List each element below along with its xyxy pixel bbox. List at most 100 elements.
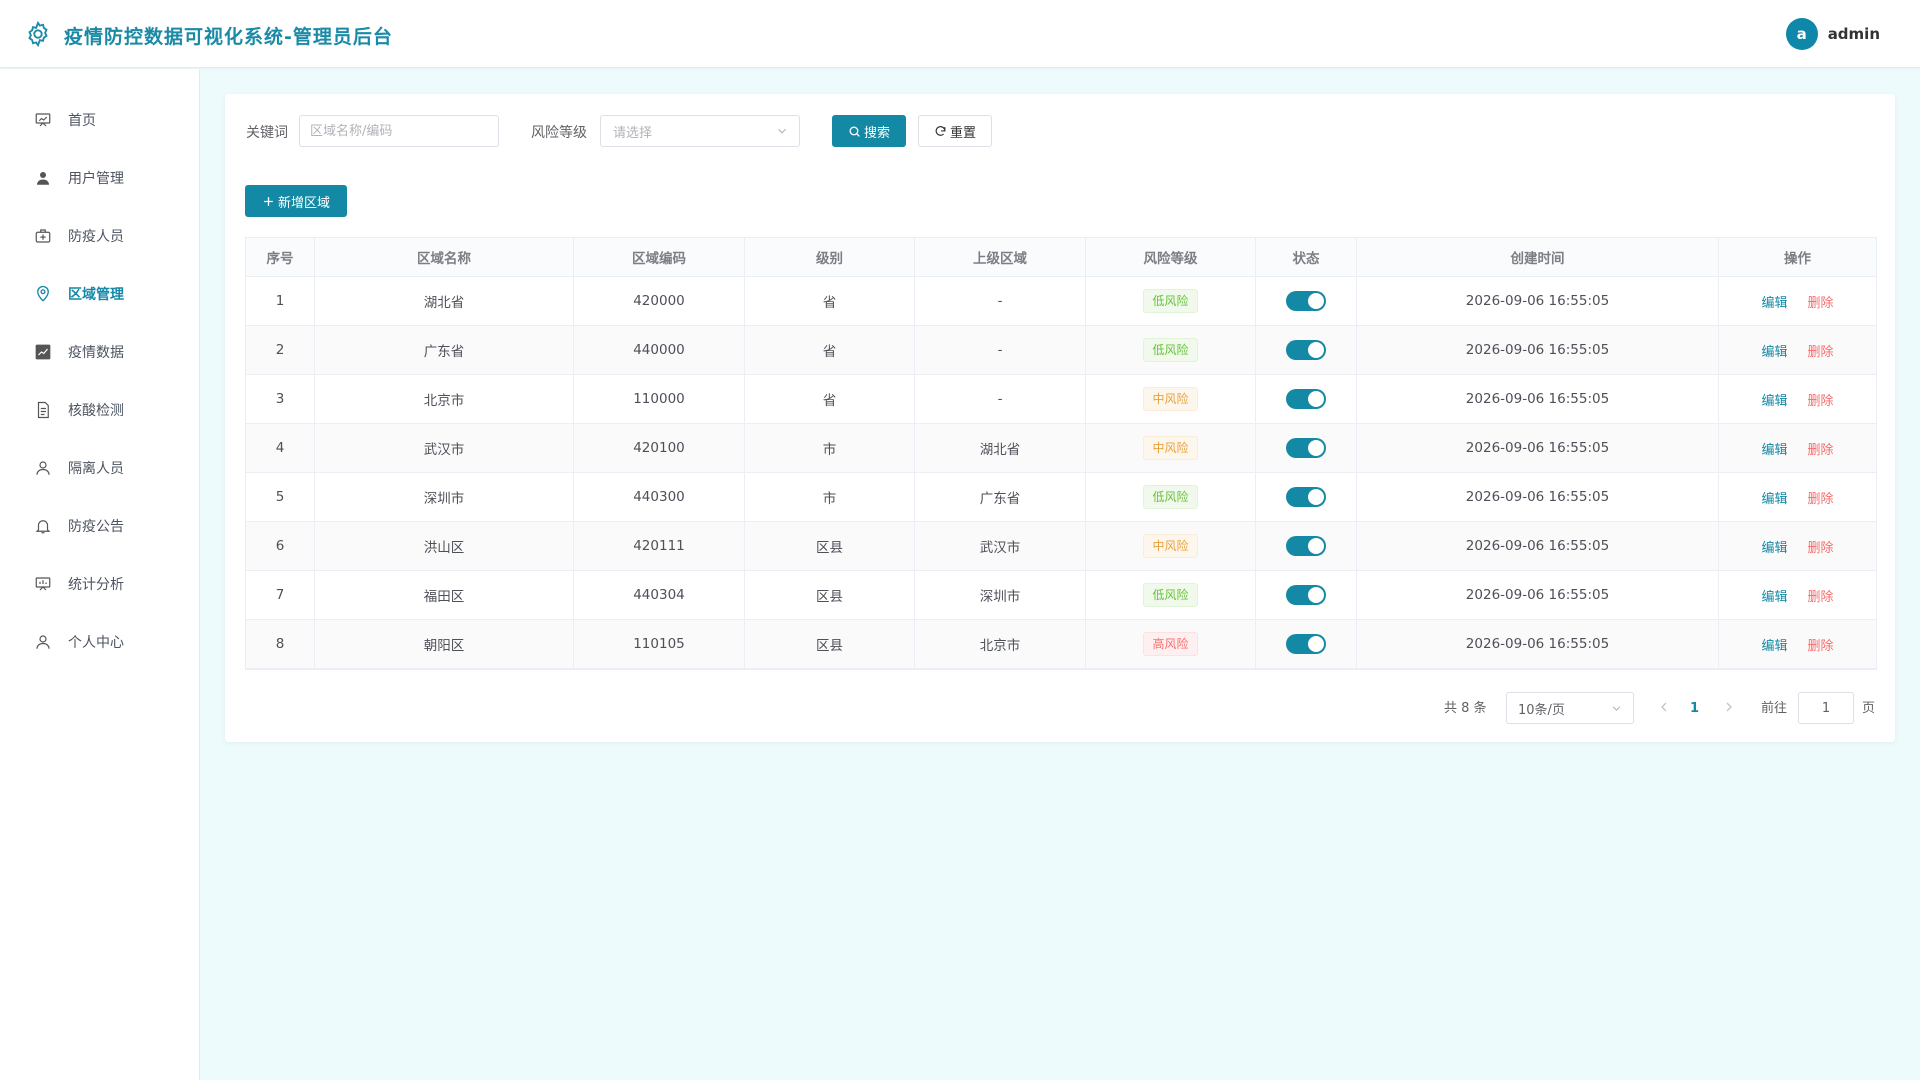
presentation-icon	[35, 577, 51, 591]
reset-button-label: 重置	[949, 125, 976, 141]
user-menu[interactable]: a admin	[1785, 18, 1880, 50]
profile-icon	[36, 635, 50, 649]
prev-page-icon[interactable]	[1656, 699, 1672, 715]
cell-region-name: 深圳市	[315, 473, 574, 521]
header-operations: 操作	[1784, 251, 1811, 267]
edit-link[interactable]: 编辑	[1761, 390, 1787, 409]
cell-status	[1256, 326, 1357, 374]
header-parent-region: 上级区域	[915, 238, 1086, 276]
chevron-down-icon	[1612, 706, 1621, 711]
sidebar-item-quarantine[interactable]: 隔离人员	[0, 439, 199, 497]
cell-status	[1256, 571, 1357, 619]
sidebar-item-staff[interactable]: 防疫人员	[0, 207, 199, 265]
edit-link[interactable]: 编辑	[1761, 635, 1787, 654]
edit-link[interactable]: 编辑	[1761, 586, 1787, 605]
add-region-label: 新增区域	[277, 195, 330, 211]
delete-link[interactable]: 删除	[1808, 537, 1834, 556]
cell-index: 4	[246, 424, 315, 472]
sidebar-item-notices[interactable]: 防疫公告	[0, 497, 199, 555]
data-chart-icon	[35, 344, 51, 360]
keyword-input[interactable]	[299, 115, 499, 147]
next-page-icon[interactable]	[1721, 699, 1737, 715]
toggle-knob	[1308, 342, 1324, 358]
table-row: 4 武汉市 420100 市湖北省 中风险 2026-09-06 16:55:05 编辑 删除	[246, 424, 1876, 473]
avatar[interactable]: a	[1785, 18, 1818, 50]
header-risk-level: 风险等级	[1086, 238, 1256, 276]
search-button-label: 搜索	[863, 125, 890, 141]
status-toggle[interactable]	[1286, 389, 1326, 409]
status-toggle[interactable]	[1286, 487, 1326, 507]
cell-risk-level: 中风险	[1086, 522, 1256, 570]
cell-operations: 编辑 删除	[1719, 522, 1876, 570]
sidebar-item-statistics[interactable]: 统计分析	[0, 555, 199, 613]
delete-link[interactable]: 删除	[1808, 635, 1834, 654]
header-index: 序号	[246, 238, 315, 276]
sidebar-item-users[interactable]: 用户管理	[0, 149, 199, 207]
cell-region-name: 朝阳区	[315, 620, 574, 668]
sidebar-item-profile[interactable]: 个人中心	[0, 613, 199, 671]
status-toggle[interactable]	[1286, 291, 1326, 311]
cell-level: 区县	[745, 620, 915, 668]
edit-link[interactable]: 编辑	[1761, 341, 1787, 360]
cell-parent-region: 广东省	[915, 473, 1086, 521]
status-toggle[interactable]	[1286, 438, 1326, 458]
cell-region-code: 440000	[574, 326, 745, 374]
sidebar-item-home[interactable]: 首页	[0, 91, 199, 149]
page-unit-label: 页	[1862, 701, 1876, 716]
header-region-code: 区域编码	[574, 238, 745, 276]
sidebar-item-epidemic-data[interactable]: 疫情数据	[0, 323, 199, 381]
cell-status	[1256, 620, 1357, 668]
sidebar-item-regions[interactable]: 区域管理	[0, 265, 199, 323]
delete-link[interactable]: 删除	[1808, 390, 1834, 409]
cell-status	[1256, 277, 1357, 325]
gear-icon	[28, 20, 48, 48]
goto-page-input[interactable]	[1798, 692, 1854, 724]
toggle-knob	[1308, 538, 1324, 554]
region-table: 序号 区域名称 区域编码 级别 上级区域 风险等级 状态 创建时间 操作 1 湖北…	[245, 237, 1877, 670]
cell-parent-region: 武汉市	[915, 522, 1086, 570]
cell-parent-region: -	[915, 277, 1086, 325]
sidebar-item-label: 统计分析	[68, 577, 124, 593]
cell-created-time: 2026-09-06 16:55:05	[1357, 571, 1719, 619]
search-button[interactable]: 搜索	[832, 115, 906, 147]
edit-link[interactable]: 编辑	[1761, 292, 1787, 311]
page-number-current[interactable]: 1	[1690, 693, 1699, 725]
status-toggle[interactable]	[1286, 340, 1326, 360]
cell-status	[1256, 375, 1357, 423]
status-toggle[interactable]	[1286, 634, 1326, 654]
edit-link[interactable]: 编辑	[1761, 537, 1787, 556]
toggle-knob	[1308, 391, 1324, 407]
username[interactable]: admin	[1828, 25, 1880, 43]
cell-status	[1256, 522, 1357, 570]
table-row: 8 朝阳区 110105 区县 北京市 高风险 2026-09-06 16:55:05 编辑 删…	[246, 620, 1876, 669]
page-size-select[interactable]: 10条/页	[1506, 692, 1634, 724]
risk-tag: 高风险	[1143, 632, 1198, 656]
status-toggle[interactable]	[1286, 585, 1326, 605]
edit-link[interactable]: 编辑	[1761, 439, 1787, 458]
table-row: 7 福田区 440304 区县 深圳市 低风险 2026-09-06 16:55:05 编辑 删…	[246, 571, 1876, 620]
sidebar-item-nucleic-test[interactable]: 核酸检测	[0, 381, 199, 439]
cell-parent-region: 北京市	[915, 620, 1086, 668]
delete-link[interactable]: 删除	[1808, 586, 1834, 605]
edit-link[interactable]: 编辑	[1761, 488, 1787, 507]
cell-index: 1	[246, 277, 315, 325]
reset-button[interactable]: 重置	[918, 115, 992, 147]
cell-operations: 编辑 删除	[1719, 375, 1876, 423]
delete-link[interactable]: 删除	[1808, 292, 1834, 311]
main-card: 关键词 风险等级 请选择 搜索 重置 新增区域 序号 区域名称 区域编码 级别 …	[225, 94, 1895, 742]
page-size-value: 10条/页	[1518, 702, 1565, 718]
risk-tag: 低风险	[1143, 485, 1198, 509]
delete-link[interactable]: 删除	[1808, 439, 1834, 458]
add-region-button[interactable]: 新增区域	[245, 185, 347, 217]
risk-tag: 中风险	[1143, 387, 1198, 411]
keyword-label: 关键词	[246, 125, 288, 141]
status-toggle[interactable]	[1286, 536, 1326, 556]
risk-level-select[interactable]: 请选择	[600, 115, 800, 147]
cell-region-name: 广东省	[315, 326, 574, 374]
cell-index: 7	[246, 571, 315, 619]
person-icon	[36, 461, 50, 475]
delete-link[interactable]: 删除	[1808, 341, 1834, 360]
delete-link[interactable]: 删除	[1808, 488, 1834, 507]
header-created-time: 创建时间	[1357, 238, 1719, 276]
cell-risk-level: 高风险	[1086, 620, 1256, 668]
